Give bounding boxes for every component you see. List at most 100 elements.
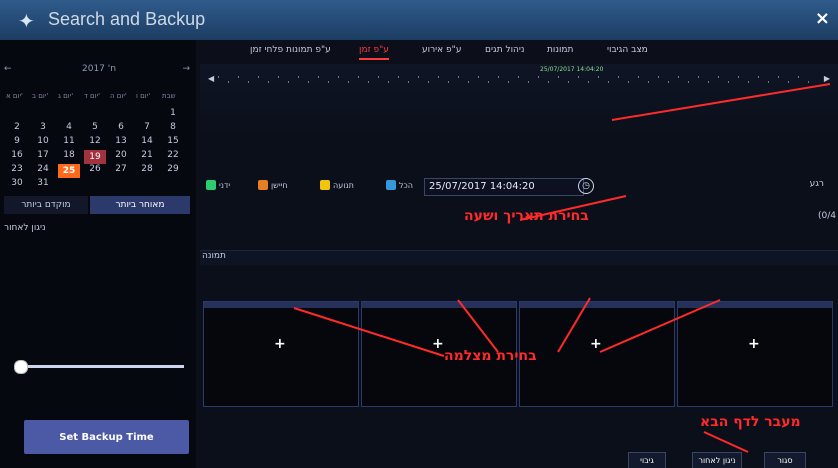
tab-pictures[interactable]: תמונות xyxy=(547,45,573,55)
calendar-day[interactable]: 17 xyxy=(32,150,54,160)
calendar-day[interactable]: 13 xyxy=(110,136,132,146)
calendar-day[interactable]: 31 xyxy=(32,178,54,188)
calendar-day[interactable]: 27 xyxy=(110,164,132,174)
calendar-day[interactable]: 23 xyxy=(6,164,28,174)
annotation-camera: בחירת מצלמה xyxy=(444,348,537,364)
datetime-input[interactable]: 25/07/2017 14:04:20 xyxy=(424,178,584,196)
timeline-tick xyxy=(508,81,509,83)
calendar-day[interactable]: 8 xyxy=(162,122,184,132)
annotation-next-page: מעבר לדף הבא xyxy=(700,414,801,430)
timeline-next-icon[interactable]: ▶ xyxy=(824,74,830,83)
timeline-tick xyxy=(408,81,409,83)
filter-all[interactable]: הכל xyxy=(386,180,413,190)
calendar-prev-button[interactable]: ← xyxy=(4,64,12,74)
filter-motion[interactable]: תנועה xyxy=(320,180,354,190)
calendar-next-button[interactable]: → xyxy=(182,64,190,74)
playback-button[interactable]: ניגון לאחור xyxy=(692,452,742,468)
calendar-day[interactable]: 5 xyxy=(84,122,106,132)
calendar-header: ← ח' 2017 → xyxy=(4,64,190,80)
timeline-tick xyxy=(758,76,759,78)
camera-slot-4[interactable]: + xyxy=(677,301,833,407)
timeline-tick xyxy=(358,76,359,78)
timeline-tick xyxy=(648,81,649,83)
tab-by-time[interactable]: ע"פ זמן xyxy=(359,45,389,60)
camera-slot-bar xyxy=(520,302,674,308)
calendar-day[interactable]: 16 xyxy=(6,150,28,160)
backup-button[interactable]: גיבוי xyxy=(628,452,666,468)
grid-header: תמונה xyxy=(200,250,838,265)
calendar-day[interactable]: 10 xyxy=(32,136,54,146)
calendar-day[interactable]: 2 xyxy=(6,122,28,132)
calendar-day[interactable]: 28 xyxy=(136,164,158,174)
calendar-day[interactable]: 11 xyxy=(58,136,80,146)
calendar-day[interactable]: 30 xyxy=(6,178,28,188)
timeline-tick xyxy=(248,81,249,83)
calendar-day[interactable]: 19 xyxy=(84,150,106,164)
calendar-day[interactable]: 24 xyxy=(32,164,54,174)
calendar-day[interactable]: 4 xyxy=(58,122,80,132)
tab-backup-status[interactable]: מצב הגיבוי xyxy=(607,45,648,55)
calendar-day[interactable]: 29 xyxy=(162,164,184,174)
earliest-tab[interactable]: מוקדם ביותר xyxy=(4,196,88,214)
timeline-tick xyxy=(308,81,309,83)
calendar-day[interactable]: 1 xyxy=(162,108,184,118)
calendar-day[interactable]: 25 xyxy=(58,164,80,178)
camera-slot-3[interactable]: + xyxy=(519,301,675,407)
calendar-day[interactable]: 22 xyxy=(162,150,184,160)
timeline-tick xyxy=(398,76,399,78)
timeline-tick xyxy=(338,76,339,78)
add-camera-icon[interactable]: + xyxy=(748,336,760,352)
calendar-day[interactable]: 14 xyxy=(136,136,158,146)
timeline-prev-icon[interactable]: ◀ xyxy=(208,74,214,83)
slider-handle[interactable] xyxy=(14,360,28,374)
weekday-label: שבת xyxy=(162,92,176,100)
timeline[interactable]: ◀ 25/07/2017 14:04:20 ▶ xyxy=(200,64,838,134)
calendar-day[interactable]: 9 xyxy=(6,136,28,146)
clock-icon[interactable]: ◷ xyxy=(578,178,594,194)
weekday-label: יום ה' xyxy=(110,92,127,100)
calendar-day[interactable]: 12 xyxy=(84,136,106,146)
timeline-tick xyxy=(728,81,729,83)
set-backup-time-button[interactable]: Set Backup Time xyxy=(24,420,189,454)
calendar-day[interactable]: 6 xyxy=(110,122,132,132)
left-panel-tabs: מוקדם ביותר מאוחר ביותר xyxy=(4,196,190,216)
add-camera-icon[interactable]: + xyxy=(590,336,602,352)
tab-tag-management[interactable]: ניהול תגים xyxy=(485,45,525,55)
timeline-tick xyxy=(678,76,679,78)
time-slider[interactable] xyxy=(14,360,186,374)
filter-manual[interactable]: ידני xyxy=(206,180,230,190)
close-button[interactable]: × xyxy=(815,8,830,29)
latest-tab[interactable]: מאוחר ביותר xyxy=(90,196,190,214)
timeline-tick xyxy=(538,76,539,78)
calendar-day[interactable]: 21 xyxy=(136,150,158,160)
timeline-tick xyxy=(428,81,429,83)
filter-sensor[interactable]: חיישן xyxy=(258,180,288,190)
timeline-tick xyxy=(268,81,269,83)
tabs-bar: ע"פ תמונות פלחי זמן ע"פ זמן ע"פ אירוע ני… xyxy=(200,40,838,65)
timeline-date: 25/07/2017 14:04:20 xyxy=(540,66,604,73)
calendar-day[interactable]: 3 xyxy=(32,122,54,132)
camera-slot-bar xyxy=(678,302,832,308)
calendar-day[interactable]: 20 xyxy=(110,150,132,160)
calendar-day[interactable]: 15 xyxy=(162,136,184,146)
result-count: (0/4 xyxy=(818,211,836,221)
timeline-tick xyxy=(568,81,569,83)
timeline-tick xyxy=(418,76,419,78)
calendar-day[interactable]: 26 xyxy=(84,164,106,174)
camera-slot-1[interactable]: + xyxy=(203,301,359,407)
tab-by-time-segments[interactable]: ע"פ תמונות פלחי זמן xyxy=(250,45,331,55)
tab-by-event[interactable]: ע"פ אירוע xyxy=(422,45,461,55)
timeline-tick xyxy=(348,81,349,83)
calendar-day[interactable]: 18 xyxy=(58,150,80,160)
add-camera-icon[interactable]: + xyxy=(432,336,444,352)
timeline-tick xyxy=(688,81,689,83)
manual-icon xyxy=(206,180,216,190)
timeline-tick xyxy=(218,76,219,78)
sensor-icon xyxy=(258,180,268,190)
close-window-button[interactable]: סגור xyxy=(764,452,806,468)
add-camera-icon[interactable]: + xyxy=(274,336,286,352)
window-title: Search and Backup xyxy=(48,9,206,29)
calendar-day[interactable]: 7 xyxy=(136,122,158,132)
app-icon: ✦ xyxy=(18,9,35,33)
timeline-tick xyxy=(318,76,319,78)
